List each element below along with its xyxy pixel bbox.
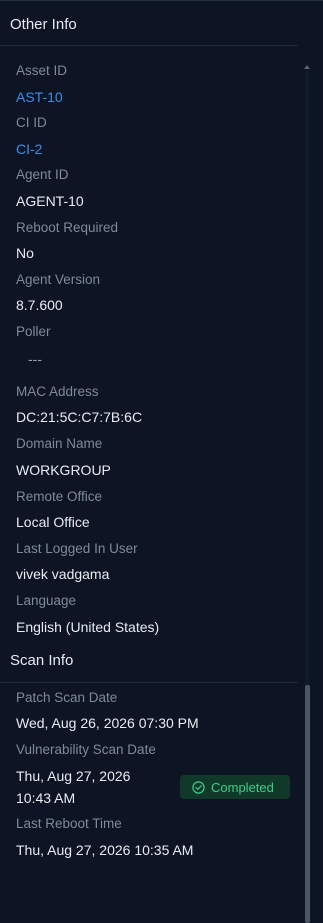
vuln-scan-time: 10:43 AM xyxy=(16,790,76,806)
status-badge: Completed xyxy=(180,775,290,799)
ci-id-link[interactable]: CI-2 xyxy=(16,141,42,157)
poller-value: --- xyxy=(28,351,42,367)
asset-id-label: Asset ID xyxy=(16,63,68,78)
details-panel: Other Info Asset ID AST-10 CI ID CI-2 Ag… xyxy=(0,0,323,923)
agent-version-value: 8.7.600 xyxy=(16,297,63,313)
vuln-scan-label: Vulnerability Scan Date xyxy=(16,742,156,757)
last-logged-user-label: Last Logged In User xyxy=(16,541,138,556)
agent-version-label: Agent Version xyxy=(16,272,101,287)
remote-office-value: Local Office xyxy=(16,514,90,530)
agent-id-value: AGENT-10 xyxy=(16,193,84,209)
language-value: English (United States) xyxy=(16,619,160,635)
scan-info-header: Scan Info xyxy=(10,652,74,669)
patch-scan-label: Patch Scan Date xyxy=(16,690,118,705)
status-badge-label: Completed xyxy=(211,779,274,795)
vuln-scan-date: Thu, Aug 27, 2026 xyxy=(16,768,131,784)
reboot-required-label: Reboot Required xyxy=(16,220,119,235)
last-reboot-value: Thu, Aug 27, 2026 10:35 AM xyxy=(16,842,194,858)
patch-scan-value: Wed, Aug 26, 2026 07:30 PM xyxy=(16,715,199,731)
ci-id-label: CI ID xyxy=(16,115,47,130)
agent-id-label: Agent ID xyxy=(16,167,69,182)
language-label: Language xyxy=(16,593,77,608)
reboot-required-value: No xyxy=(16,245,34,261)
domain-name-label: Domain Name xyxy=(16,436,103,451)
last-reboot-label: Last Reboot Time xyxy=(16,816,122,831)
poller-label: Poller xyxy=(16,324,51,339)
scrollbar-thumb[interactable] xyxy=(305,685,310,923)
vertical-scrollbar[interactable] xyxy=(303,59,311,923)
vuln-scan-value: Thu, Aug 27, 2026 10:43 AM xyxy=(16,765,130,809)
other-info-divider xyxy=(0,45,298,46)
scan-info-divider xyxy=(0,682,298,683)
domain-name-value: WORKGROUP xyxy=(16,462,111,478)
scroll-up-arrow-icon[interactable] xyxy=(303,59,311,69)
other-info-header: Other Info xyxy=(10,16,77,33)
mac-address-label: MAC Address xyxy=(16,384,99,399)
remote-office-label: Remote Office xyxy=(16,489,103,504)
check-circle-icon xyxy=(192,780,205,794)
last-logged-user-value: vivek vadgama xyxy=(16,566,110,582)
mac-address-value: DC:21:5C:C7:7B:6C xyxy=(16,409,143,425)
asset-id-link[interactable]: AST-10 xyxy=(16,89,63,105)
